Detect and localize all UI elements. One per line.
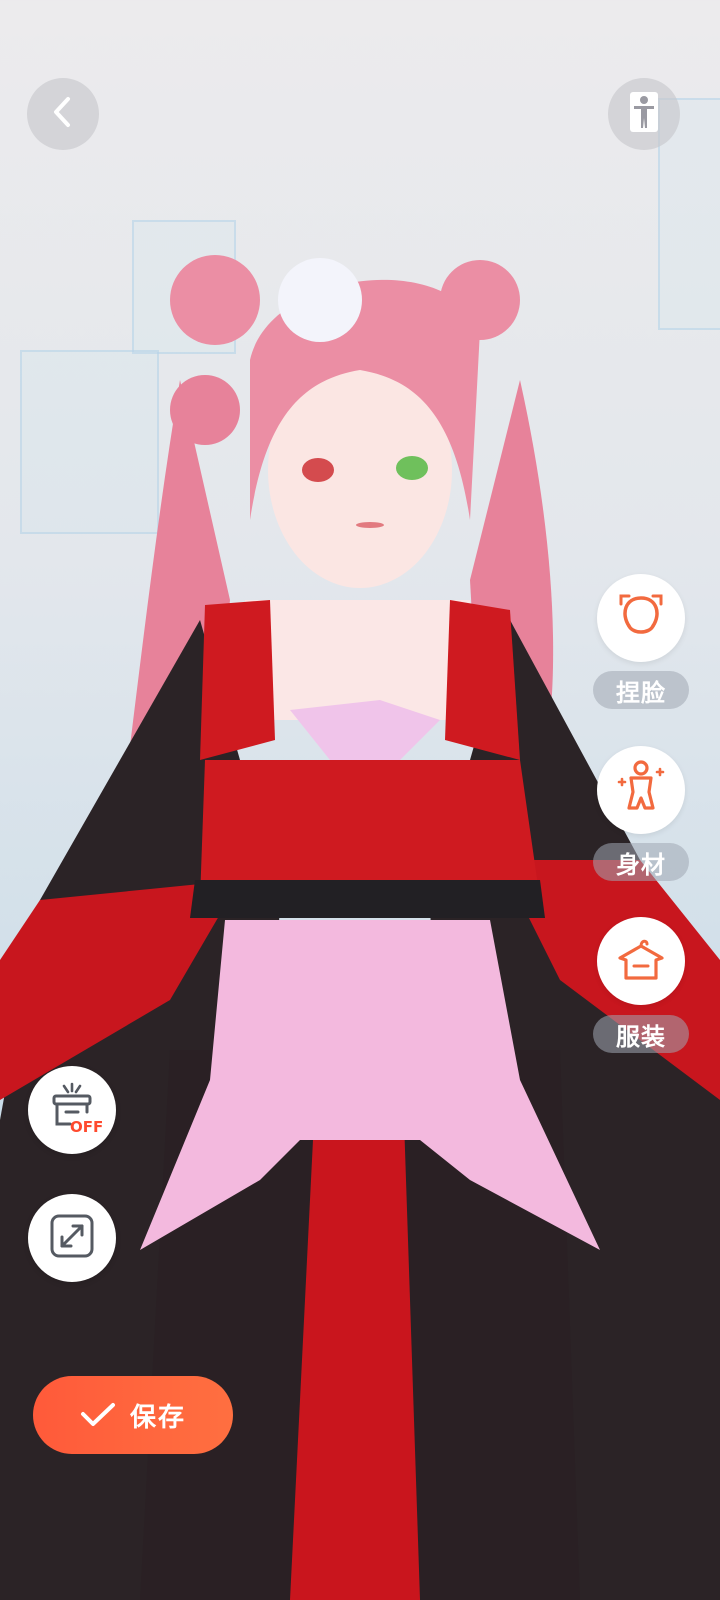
expand-icon xyxy=(49,1213,95,1263)
body-figure-icon xyxy=(615,760,667,820)
body-label: 身材 xyxy=(593,843,689,881)
pedestal-off-icon: OFF xyxy=(44,1082,104,1138)
pose-figure-icon xyxy=(626,90,662,138)
face-button[interactable] xyxy=(597,574,685,662)
expand-button[interactable] xyxy=(28,1194,116,1282)
hanger-shirt-icon xyxy=(614,932,668,990)
face-icon xyxy=(615,590,667,646)
save-label: 保存 xyxy=(129,1402,186,1433)
pedestal-toggle-button[interactable]: OFF xyxy=(28,1066,116,1154)
outfit-button[interactable] xyxy=(597,917,685,1005)
check-icon xyxy=(80,1402,116,1428)
outfit-label: 服装 xyxy=(593,1015,689,1053)
body-button[interactable] xyxy=(597,746,685,834)
back-arrow-icon xyxy=(48,95,78,133)
pedestal-off-badge: OFF xyxy=(70,1118,104,1136)
back-button[interactable] xyxy=(27,78,99,150)
face-label: 捏脸 xyxy=(593,671,689,709)
pose-button[interactable] xyxy=(608,78,680,150)
save-button[interactable]: 保存 xyxy=(33,1376,233,1454)
